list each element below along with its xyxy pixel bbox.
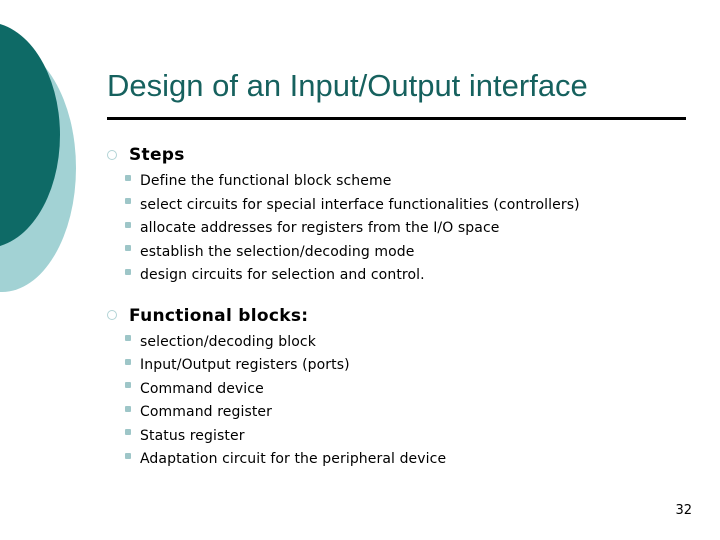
list-item: Input/Output registers (ports) xyxy=(107,353,687,377)
slide-canvas: Design of an Input/Output interface Step… xyxy=(0,0,720,540)
list-item-label: select circuits for special interface fu… xyxy=(140,196,580,213)
section-heading-row: Functional blocks: xyxy=(107,305,687,327)
list-item-label: Status register xyxy=(140,427,245,444)
title-underline-rule xyxy=(107,117,686,120)
list-item-label: Command device xyxy=(140,380,264,397)
dark-teal-circle-shape xyxy=(0,22,60,248)
list-item: design circuits for selection and contro… xyxy=(107,263,687,287)
light-teal-circle-shape xyxy=(0,44,76,292)
square-bullet-icon xyxy=(107,260,140,282)
list-item: allocate addresses for registers from th… xyxy=(107,216,687,240)
section-bullet-list: Define the functional block scheme selec… xyxy=(107,169,687,287)
square-bullet-icon xyxy=(107,350,140,372)
list-item: select circuits for special interface fu… xyxy=(107,193,687,217)
list-item-label: selection/decoding block xyxy=(140,333,316,350)
slide-body: Steps Define the functional block scheme… xyxy=(107,144,687,471)
square-bullet-icon xyxy=(107,374,140,396)
square-bullet-icon xyxy=(107,421,140,443)
square-bullet-icon xyxy=(107,444,140,466)
square-bullet-icon xyxy=(107,327,140,349)
list-item-label: design circuits for selection and contro… xyxy=(140,267,425,283)
list-item: Command device xyxy=(107,377,687,401)
list-item: establish the selection/decoding mode xyxy=(107,240,687,264)
square-bullet-icon xyxy=(107,166,140,188)
list-item-label: establish the selection/decoding mode xyxy=(140,243,415,260)
square-bullet-icon xyxy=(107,190,140,212)
list-item-label: Input/Output registers (ports) xyxy=(140,357,350,373)
content-section: Steps Define the functional block scheme… xyxy=(107,144,687,287)
section-bullet-list: selection/decoding block Input/Output re… xyxy=(107,330,687,471)
section-heading-label: Steps xyxy=(129,145,185,165)
list-item: selection/decoding block xyxy=(107,330,687,354)
list-item-label: Command register xyxy=(140,404,272,420)
list-item-label: Define the functional block scheme xyxy=(140,173,392,189)
slide-title: Design of an Input/Output interface xyxy=(107,68,588,103)
page-number: 32 xyxy=(675,503,692,518)
hollow-circle-bullet-icon xyxy=(107,305,129,324)
list-item-label: allocate addresses for registers from th… xyxy=(140,220,500,236)
square-bullet-icon xyxy=(107,213,140,235)
section-heading-label: Functional blocks: xyxy=(129,305,309,326)
square-bullet-icon xyxy=(107,237,140,259)
section-heading-row: Steps xyxy=(107,144,687,166)
list-item-label: Adaptation circuit for the peripheral de… xyxy=(140,451,447,467)
hollow-circle-bullet-icon xyxy=(107,144,129,163)
square-bullet-icon xyxy=(107,397,140,419)
list-item: Adaptation circuit for the peripheral de… xyxy=(107,447,687,471)
list-item: Define the functional block scheme xyxy=(107,169,687,193)
list-item: Command register xyxy=(107,400,687,424)
content-section: Functional blocks: selection/decoding bl… xyxy=(107,305,687,471)
list-item: Status register xyxy=(107,424,687,448)
